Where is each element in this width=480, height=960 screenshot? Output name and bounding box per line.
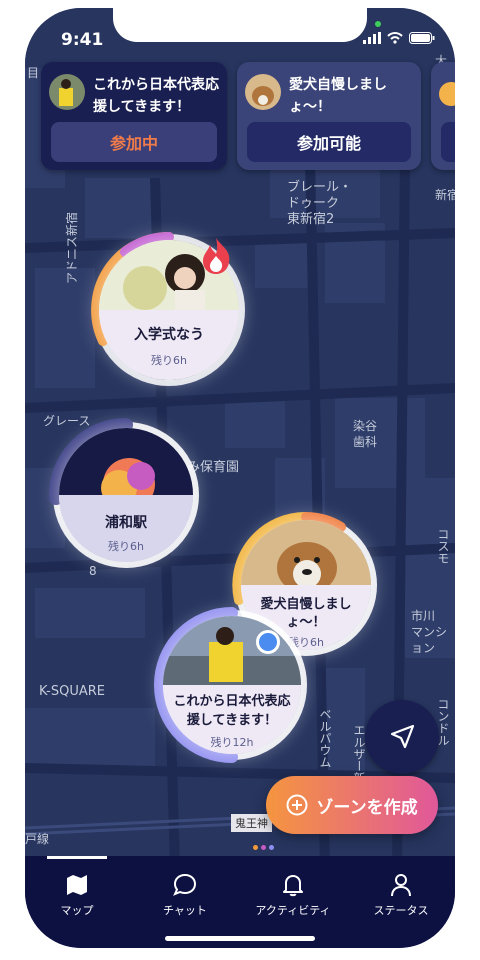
zone-card-1[interactable]: これから日本代表応援してきます！ 参加中: [41, 62, 227, 170]
bell-icon: [283, 875, 303, 897]
map-label: K-SQUARE: [39, 684, 105, 699]
card-avatar: [49, 74, 85, 110]
wifi-icon: [387, 32, 403, 44]
active-tab-indicator: [47, 856, 107, 859]
tab-label: チャット: [163, 904, 207, 917]
zone-title: 入学式なう: [134, 327, 204, 343]
map-label: 目: [27, 66, 40, 80]
zone-card-3-partial[interactable]: [431, 62, 455, 170]
status-icons: [363, 32, 435, 44]
current-location-marker: [256, 630, 280, 654]
map-label: 新宿: [435, 188, 455, 202]
zone-remaining: 残り6h: [108, 540, 144, 553]
chat-bubble-icon: [173, 873, 197, 896]
status-time: 9:41: [61, 30, 104, 50]
tab-activity[interactable]: アクティビティ: [248, 866, 338, 918]
tab-status[interactable]: ステータス: [356, 866, 446, 918]
zone-photo: [163, 616, 301, 685]
map-label: 鬼王神: [231, 814, 272, 832]
zone-title: これから日本代表応援してきます！: [173, 694, 291, 728]
fire-icon: [203, 238, 230, 274]
map-label: 戸線: [25, 832, 50, 846]
tab-label: ステータス: [373, 904, 429, 917]
create-zone-button[interactable]: ゾーンを作成: [266, 776, 438, 834]
tab-map[interactable]: マップ: [32, 866, 122, 918]
card-avatar: [439, 82, 455, 106]
create-zone-label: ゾーンを作成: [316, 797, 418, 818]
person-icon: [391, 874, 411, 897]
map-label: 染谷 歯科: [353, 419, 378, 449]
card-avatar: [245, 74, 281, 110]
phone-screen: 目 大 新宿 ブレール・ ドゥーク 東新宿2 アドニス新宿 グレース 染谷 歯科…: [25, 8, 455, 948]
card-title: 愛犬自慢しましょ〜！: [289, 77, 387, 115]
map-view[interactable]: 目 大 新宿 ブレール・ ドゥーク 東新宿2 アドニス新宿 グレース 染谷 歯科…: [25, 8, 455, 868]
map-label: コスモ: [436, 528, 450, 564]
tab-label: マップ: [60, 904, 94, 917]
notch: [113, 8, 367, 42]
map-label: ベルパウム: [318, 708, 332, 768]
map-label: 市川 マンション: [411, 609, 448, 655]
locate-me-button[interactable]: [365, 700, 439, 774]
join-button[interactable]: 参加可能: [247, 122, 411, 162]
bottom-navigation: マップ チャット アクティビティ ステータス: [25, 856, 455, 948]
tab-chat[interactable]: チャット: [140, 866, 230, 918]
card-title: これから日本代表応援してきます！: [93, 77, 219, 115]
privacy-indicator: [375, 21, 381, 27]
card-button-partial[interactable]: [441, 122, 455, 162]
plus-circle-icon: [286, 794, 308, 816]
zone-icon-placeholder: [59, 428, 193, 495]
battery-icon: [409, 32, 435, 44]
signal-icon: [363, 32, 381, 44]
page-dots: [253, 845, 274, 850]
navigation-arrow-icon: [390, 724, 415, 749]
zone-remaining: 残り12h: [210, 736, 254, 749]
map-label: アドニス新宿: [65, 211, 79, 284]
joined-button[interactable]: 参加中: [51, 122, 217, 162]
zone-bubble-2[interactable]: 浦和駅 残り6h: [59, 428, 193, 562]
zone-card-2[interactable]: 愛犬自慢しましょ〜！ 参加可能: [237, 62, 421, 170]
zone-remaining: 残り6h: [151, 354, 187, 367]
zone-photo: [241, 520, 371, 585]
home-indicator: [165, 936, 315, 941]
tab-label: アクティビティ: [255, 904, 331, 917]
map-icon: [67, 875, 87, 895]
zone-title: 浦和駅: [105, 515, 147, 531]
map-label: ブレール・ ドゥーク 東新宿2: [287, 180, 353, 227]
zone-bubble-4[interactable]: これから日本代表応援してきます！ 残り12h: [163, 616, 301, 754]
